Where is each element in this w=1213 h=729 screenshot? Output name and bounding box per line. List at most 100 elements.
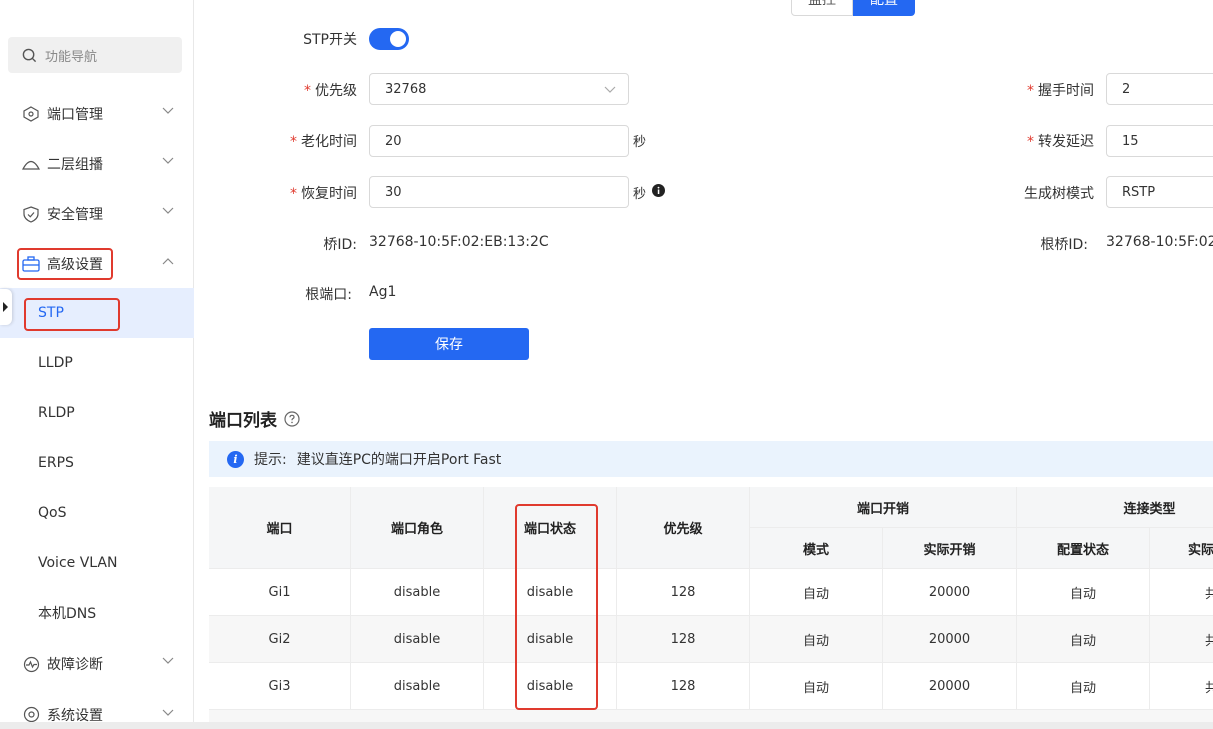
bridge-id-value: 32768-10:5F:02:EB:13:2C	[369, 234, 549, 250]
port-icon	[22, 105, 40, 123]
search-input[interactable]: 功能导航	[8, 37, 182, 73]
sidebar-item-voice-vlan[interactable]: Voice VLAN	[0, 538, 194, 588]
table-cell-role: disable	[351, 616, 484, 663]
sidebar-item-rldp[interactable]: RLDP	[0, 388, 194, 438]
hello-time-input[interactable]: 2	[1106, 73, 1213, 105]
sidebar-item-label: 端口管理	[47, 107, 103, 123]
tip-text: 建议直连PC的端口开启Port Fast	[296, 452, 502, 468]
recovery-time-unit: 秒	[633, 187, 647, 202]
header-priority: 优先级	[617, 487, 750, 569]
highlight-port-state-column	[515, 504, 598, 710]
priority-value: 32768	[385, 81, 427, 97]
table-cell-cost: 20000	[883, 616, 1017, 663]
sidebar-item-qos[interactable]: QoS	[0, 488, 194, 538]
table-cell-cost: 20000	[883, 663, 1017, 710]
sidebar-item-port-management[interactable]: 端口管理	[0, 89, 194, 139]
info-icon[interactable]	[652, 184, 665, 197]
recovery-time-input[interactable]: 30	[369, 176, 629, 208]
sidebar-item-erps[interactable]: ERPS	[0, 438, 194, 488]
max-age-input[interactable]: 20	[369, 125, 629, 157]
sidebar-item-multicast[interactable]: 二层组播	[0, 139, 194, 189]
header-link-config: 配置状态	[1017, 528, 1150, 569]
header-link-actual: 实际	[1150, 528, 1213, 569]
chevron-down-icon	[162, 657, 174, 664]
search-icon	[22, 48, 37, 62]
save-button[interactable]: 保存	[369, 328, 529, 360]
chevron-down-icon	[604, 86, 616, 93]
chevron-down-icon	[162, 107, 174, 114]
stp-mode-select[interactable]: RSTP	[1106, 176, 1213, 208]
table-cell-mode: 自动	[750, 569, 883, 616]
table-cell-port: Gi1	[209, 569, 351, 616]
forward-delay-input[interactable]: 15	[1106, 125, 1213, 157]
shield-icon	[22, 205, 40, 223]
tab-monitor[interactable]: 监控	[791, 0, 853, 16]
max-age-label: * 老化时间	[290, 134, 357, 150]
chevron-down-icon	[162, 157, 174, 164]
diagnose-icon	[22, 655, 40, 673]
recovery-time-label: * 恢复时间	[290, 186, 357, 202]
table-cell-priority: 128	[617, 663, 750, 710]
tip-label: 提示:	[254, 452, 287, 468]
root-bridge-id-label: 根桥ID:	[1040, 237, 1088, 253]
tip-banner: i 提示: 建议直连PC的端口开启Port Fast	[209, 441, 1213, 477]
table-cell-mode: 自动	[750, 616, 883, 663]
priority-label: * 优先级	[304, 83, 357, 99]
sidebar-collapse-handle[interactable]	[0, 289, 12, 325]
sidebar-item-label: 故障诊断	[47, 657, 103, 673]
priority-select[interactable]: 32768	[369, 73, 629, 105]
root-port-label: 根端口:	[305, 287, 352, 303]
table-row-partial	[209, 710, 1213, 722]
bridge-id-label: 桥ID:	[323, 237, 357, 253]
table-cell-priority: 128	[617, 569, 750, 616]
port-list-title-text: 端口列表	[209, 411, 277, 431]
chevron-down-icon	[162, 709, 174, 716]
table-cell-port: Gi2	[209, 616, 351, 663]
sidebar-item-diagnostics[interactable]: 故障诊断	[0, 639, 194, 689]
sidebar: 功能导航 端口管理 二层组播 安全管理 高级设置 STP LLDP RLDP E…	[0, 0, 194, 729]
hello-time-label: * 握手时间	[1027, 83, 1094, 99]
stp-mode-label: 生成树模式	[1024, 186, 1094, 202]
sidebar-item-security[interactable]: 安全管理	[0, 189, 194, 239]
table-cell-link-actual: 共	[1150, 663, 1213, 710]
port-list-title: 端口列表	[209, 406, 300, 431]
help-icon[interactable]	[284, 410, 300, 427]
forward-delay-label: * 转发延迟	[1027, 134, 1094, 150]
table-cell-role: disable	[351, 569, 484, 616]
multicast-icon	[22, 155, 40, 173]
table-cell-port: Gi3	[209, 663, 351, 710]
table-cell-priority: 128	[617, 616, 750, 663]
header-cost-actual: 实际开销	[883, 528, 1017, 569]
table-cell-link-config: 自动	[1017, 616, 1150, 663]
header-link-group: 连接类型	[1017, 487, 1213, 528]
sidebar-item-label: 二层组播	[47, 157, 103, 173]
sidebar-item-local-dns[interactable]: 本机DNS	[0, 588, 194, 638]
table-cell-link-config: 自动	[1017, 663, 1150, 710]
port-table: 端口 端口角色 端口状态 优先级 端口开销 模式 实际开销 连接类型 配置状态 …	[209, 487, 1213, 722]
horizontal-scrollbar[interactable]	[0, 722, 1213, 729]
table-cell-role: disable	[351, 663, 484, 710]
stp-switch-label: STP开关	[303, 32, 357, 48]
chevron-up-icon	[162, 258, 174, 265]
table-cell-link-config: 自动	[1017, 569, 1150, 616]
highlight-advanced-settings	[17, 248, 113, 280]
table-cell-link-actual: 共	[1150, 616, 1213, 663]
info-icon: i	[227, 450, 244, 468]
sidebar-item-lldp[interactable]: LLDP	[0, 338, 194, 388]
view-tabs: 监控 配置	[791, 0, 915, 16]
search-placeholder: 功能导航	[45, 49, 98, 65]
sidebar-item-label: 安全管理	[47, 207, 103, 223]
root-port-value: Ag1	[369, 284, 397, 300]
header-cost-mode: 模式	[750, 528, 883, 569]
root-bridge-id-value: 32768-10:5F:02:E	[1106, 234, 1213, 250]
table-cell-mode: 自动	[750, 663, 883, 710]
chevron-down-icon	[162, 207, 174, 214]
table-cell-link-actual: 共	[1150, 569, 1213, 616]
highlight-stp	[24, 298, 120, 331]
tab-config[interactable]: 配置	[853, 0, 915, 16]
max-age-unit: 秒	[633, 135, 647, 150]
header-port: 端口	[209, 487, 351, 569]
header-role: 端口角色	[351, 487, 484, 569]
header-cost-group: 端口开销	[750, 487, 1017, 528]
stp-switch-toggle[interactable]	[369, 28, 409, 50]
